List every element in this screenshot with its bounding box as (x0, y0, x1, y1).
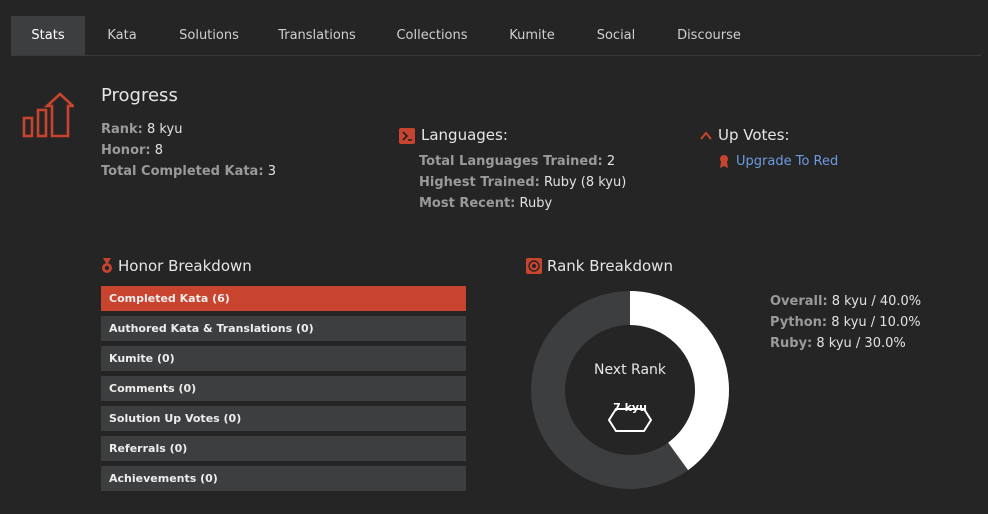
honor-item-completed-kata[interactable]: Completed Kata (6) (101, 286, 466, 311)
languages-trained-label: Total Languages Trained: (419, 154, 603, 169)
honor-item-referrals[interactable]: Referrals (0) (101, 436, 466, 461)
honor-breakdown-title: Honor Breakdown (118, 257, 252, 275)
honor-item-comments[interactable]: Comments (0) (101, 376, 466, 401)
honor-item-authored-kata[interactable]: Authored Kata & Translations (0) (101, 316, 466, 341)
rank-row-ruby: Ruby: 8 kyu / 30.0% (770, 336, 906, 351)
highest-trained-value: Ruby (8 kyu) (544, 175, 627, 190)
progress-title: Progress (101, 85, 178, 106)
languages-trained-value: 2 (606, 154, 616, 169)
rank-row-python: Python: 8 kyu / 10.0% (770, 315, 921, 330)
languages-title: Languages: (421, 126, 508, 144)
honor-stat: Honor: 8 (101, 143, 163, 158)
completed-kata-stat: Total Completed Kata: 3 (101, 164, 276, 179)
target-icon (526, 258, 542, 274)
rank-row-label: Ruby: (770, 336, 813, 351)
terminal-icon (399, 128, 415, 144)
tab-kata[interactable]: Kata (96, 16, 148, 55)
rank-value: 8 kyu (147, 122, 183, 137)
tab-collections[interactable]: Collections (386, 16, 478, 55)
tab-kumite[interactable]: Kumite (499, 16, 565, 55)
progress-chart-icon (22, 92, 74, 138)
medal-icon (102, 258, 112, 273)
rank-row-value: 8 kyu / 10.0% (831, 315, 921, 330)
highest-trained-label: Highest Trained: (419, 175, 540, 190)
honor-value: 8 (154, 143, 164, 158)
next-rank-label: Next Rank (593, 362, 667, 378)
honor-item-achievements[interactable]: Achievements (0) (101, 466, 466, 491)
languages-trained-stat: Total Languages Trained: 2 (419, 154, 615, 169)
next-rank-value: 7 kyu (613, 401, 647, 414)
upgrade-to-red-link[interactable]: Upgrade To Red (736, 154, 838, 169)
rank-row-label: Overall: (770, 294, 828, 309)
rank-stat: Rank: 8 kyu (101, 122, 182, 137)
completed-kata-value: 3 (267, 164, 276, 179)
rank-row-value: 8 kyu / 30.0% (816, 336, 906, 351)
rank-progress-ring (531, 291, 729, 489)
honor-item-solution-upvotes[interactable]: Solution Up Votes (0) (101, 406, 466, 431)
tab-discourse[interactable]: Discourse (667, 16, 751, 55)
most-recent-value: Ruby (519, 196, 553, 211)
award-ribbon-icon (720, 155, 728, 168)
completed-kata-label: Total Completed Kata: (101, 164, 264, 179)
tab-social[interactable]: Social (587, 16, 645, 55)
upvotes-title: Up Votes: (718, 126, 790, 144)
rank-row-overall: Overall: 8 kyu / 40.0% (770, 294, 921, 309)
profile-tabs: Stats Kata Solutions Translations Collec… (11, 16, 981, 56)
most-recent-label: Most Recent: (419, 196, 516, 211)
honor-label: Honor: (101, 143, 151, 158)
highest-trained-stat: Highest Trained: Ruby (8 kyu) (419, 175, 626, 190)
honor-item-kumite[interactable]: Kumite (0) (101, 346, 466, 371)
rank-breakdown-title: Rank Breakdown (547, 257, 673, 275)
rank-row-label: Python: (770, 315, 828, 330)
rank-row-value: 8 kyu / 40.0% (831, 294, 922, 309)
rank-label: Rank: (101, 122, 143, 137)
tab-stats[interactable]: Stats (11, 16, 85, 55)
most-recent-stat: Most Recent: Ruby (419, 196, 552, 211)
tab-solutions[interactable]: Solutions (168, 16, 250, 55)
chevron-up-icon (700, 131, 712, 140)
tab-translations[interactable]: Translations (269, 16, 365, 55)
